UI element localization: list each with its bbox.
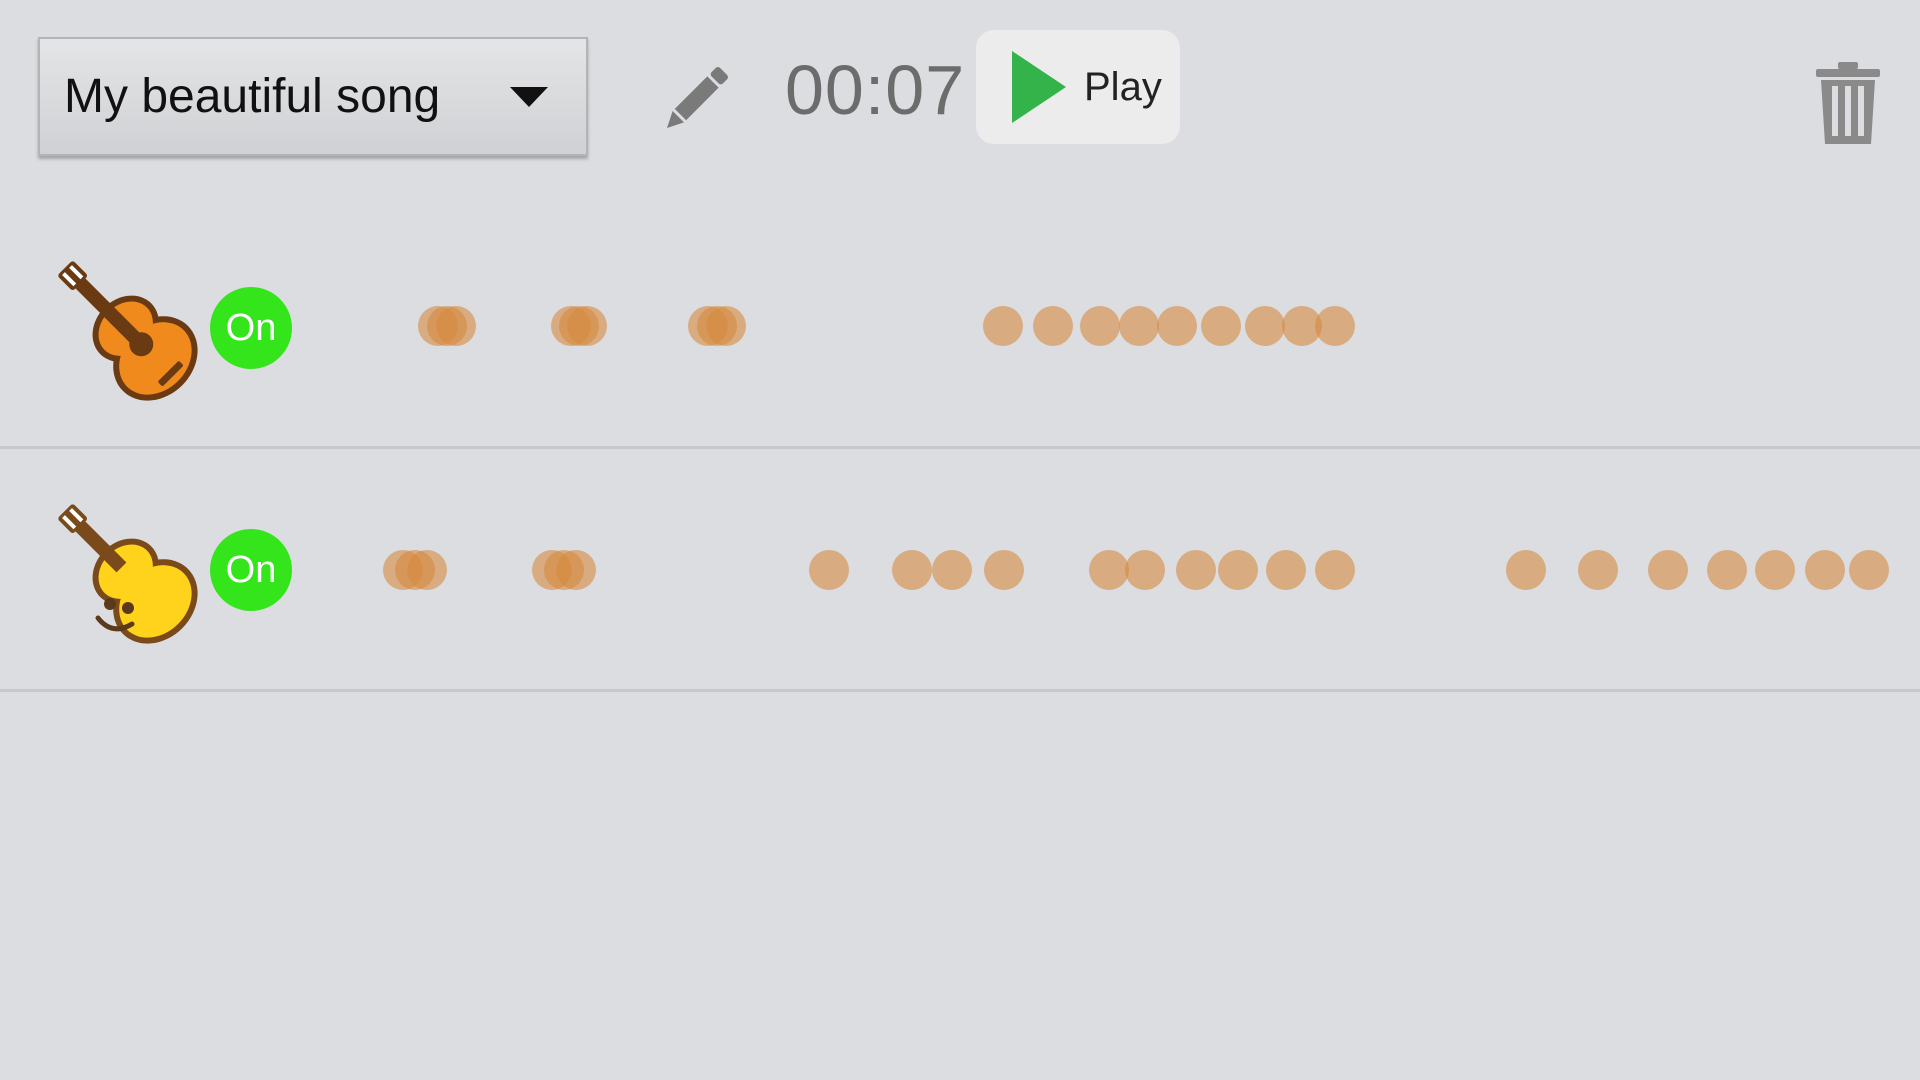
note[interactable] bbox=[983, 306, 1023, 346]
note[interactable] bbox=[1089, 550, 1129, 590]
note[interactable] bbox=[567, 306, 607, 346]
note[interactable] bbox=[1201, 306, 1241, 346]
note[interactable] bbox=[1176, 550, 1216, 590]
track-row: On bbox=[0, 450, 1920, 692]
note[interactable] bbox=[1755, 550, 1795, 590]
note[interactable] bbox=[556, 550, 596, 590]
note[interactable] bbox=[436, 306, 476, 346]
play-button[interactable]: Play bbox=[976, 30, 1180, 144]
edit-button[interactable] bbox=[655, 58, 737, 140]
note[interactable] bbox=[1849, 550, 1889, 590]
ukulele-smiley-icon[interactable] bbox=[40, 486, 210, 656]
note[interactable] bbox=[932, 550, 972, 590]
app: My beautiful song 00:07 Play On On bbox=[0, 0, 1920, 1080]
track-divider bbox=[0, 446, 1920, 449]
play-icon bbox=[1012, 51, 1066, 123]
note[interactable] bbox=[1157, 306, 1197, 346]
note[interactable] bbox=[1218, 550, 1258, 590]
chevron-down-icon bbox=[510, 86, 548, 107]
pencil-icon bbox=[667, 67, 728, 128]
note[interactable] bbox=[1125, 550, 1165, 590]
note[interactable] bbox=[1080, 306, 1120, 346]
song-select-dropdown[interactable]: My beautiful song bbox=[38, 37, 588, 156]
note[interactable] bbox=[1033, 306, 1073, 346]
note[interactable] bbox=[1506, 550, 1546, 590]
track-row: On bbox=[0, 207, 1920, 449]
note[interactable] bbox=[1315, 550, 1355, 590]
note[interactable] bbox=[1266, 550, 1306, 590]
track-divider bbox=[0, 689, 1920, 692]
track-on-toggle[interactable]: On bbox=[210, 287, 292, 369]
note[interactable] bbox=[407, 550, 447, 590]
acoustic-guitar-icon[interactable] bbox=[40, 243, 210, 413]
play-label: Play bbox=[1084, 64, 1162, 109]
note[interactable] bbox=[1119, 306, 1159, 346]
note[interactable] bbox=[1707, 550, 1747, 590]
trash-icon bbox=[1816, 62, 1880, 144]
note[interactable] bbox=[706, 306, 746, 346]
song-title: My beautiful song bbox=[64, 70, 441, 123]
note[interactable] bbox=[809, 550, 849, 590]
playback-timer: 00:07 bbox=[785, 51, 966, 129]
note[interactable] bbox=[1648, 550, 1688, 590]
note[interactable] bbox=[984, 550, 1024, 590]
note[interactable] bbox=[1578, 550, 1618, 590]
note[interactable] bbox=[892, 550, 932, 590]
track-on-toggle[interactable]: On bbox=[210, 529, 292, 611]
delete-button[interactable] bbox=[1812, 58, 1884, 148]
note[interactable] bbox=[1315, 306, 1355, 346]
note[interactable] bbox=[1245, 306, 1285, 346]
note[interactable] bbox=[1805, 550, 1845, 590]
